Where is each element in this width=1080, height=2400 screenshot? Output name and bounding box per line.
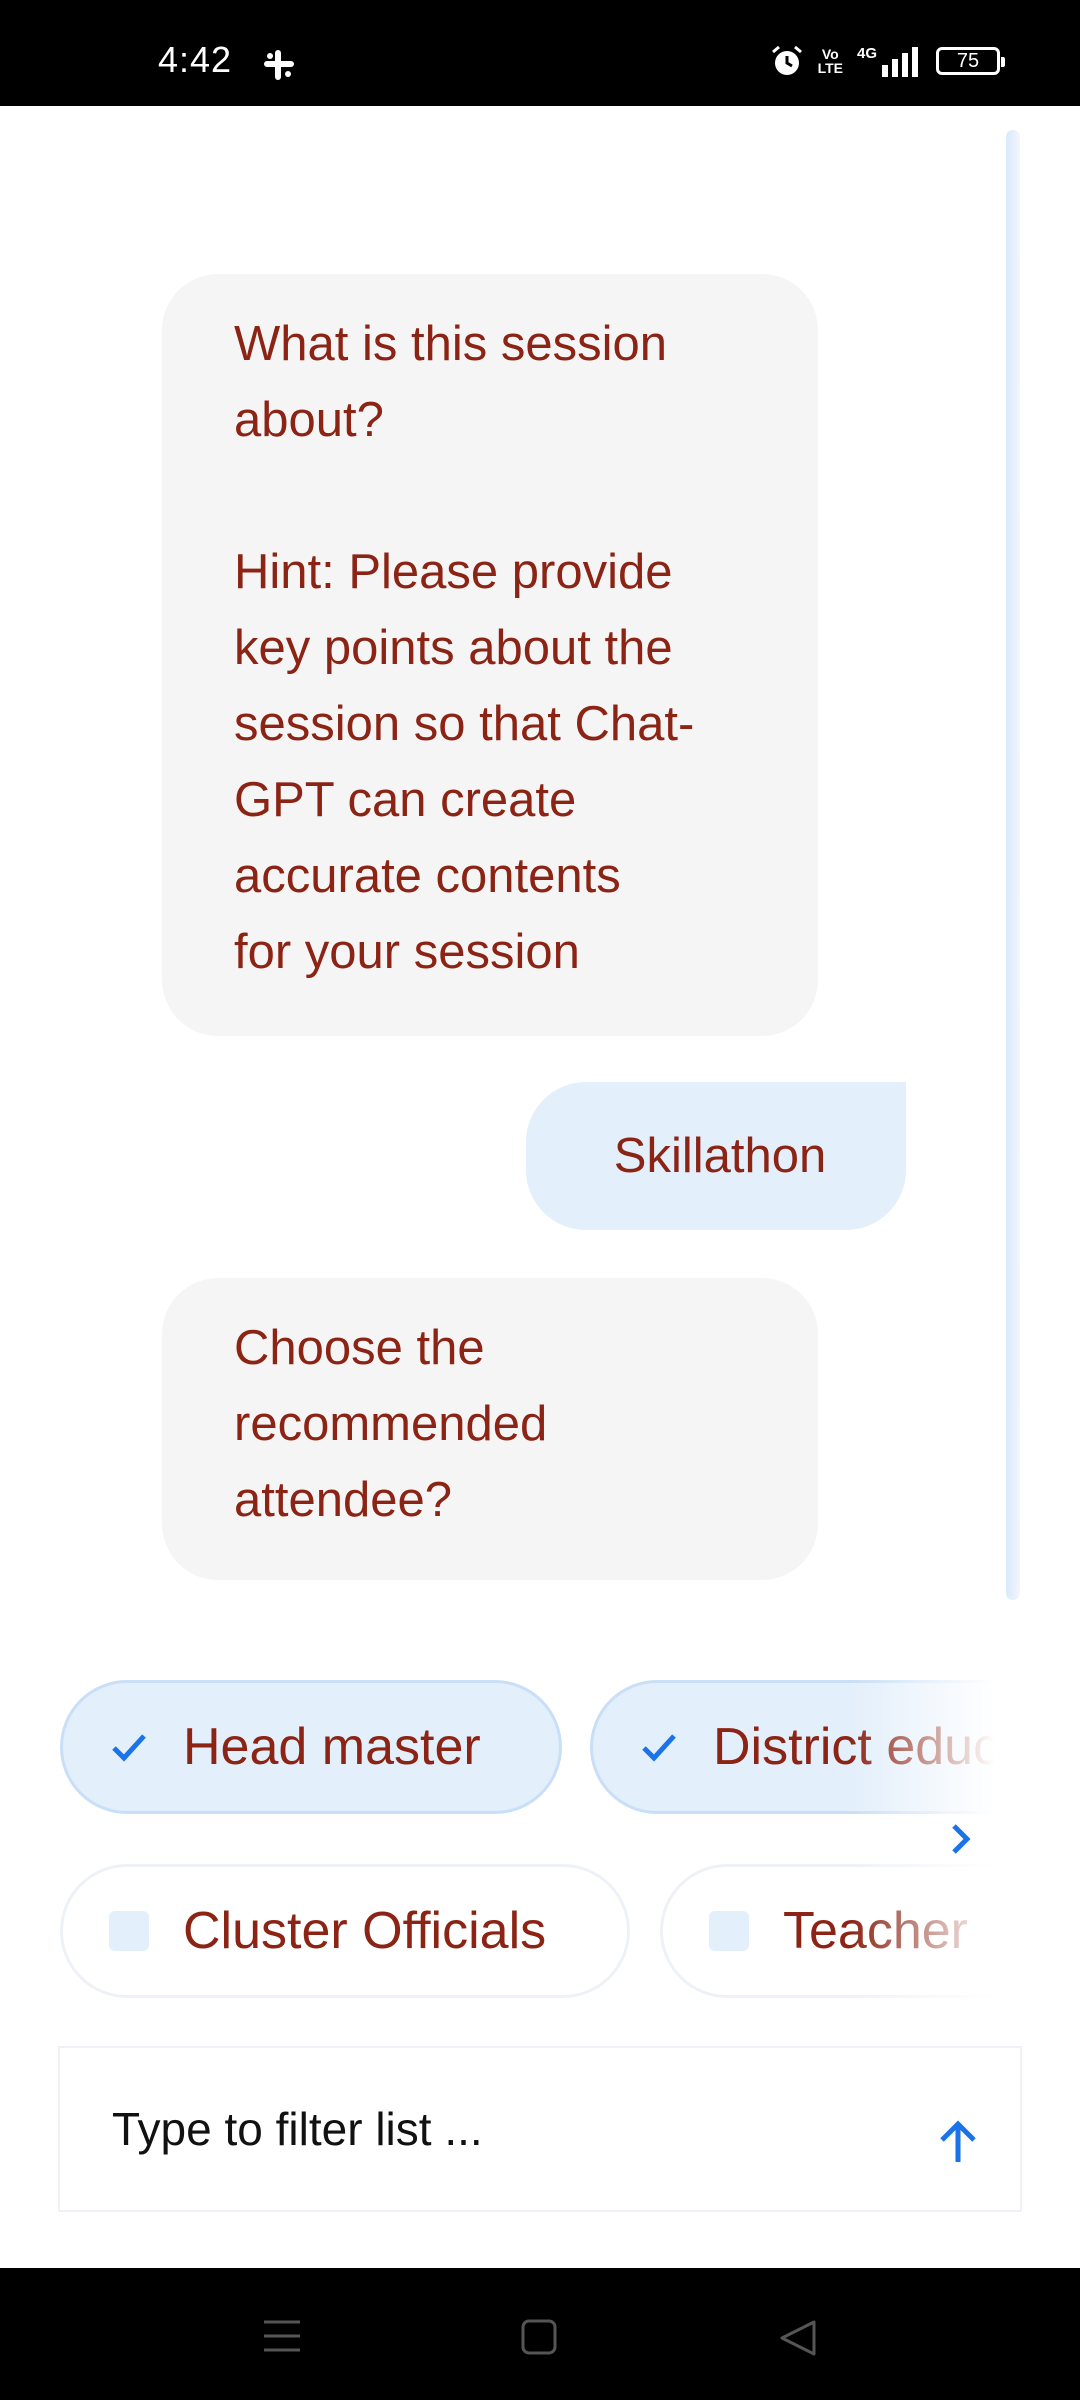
volte-top: Vo (821, 46, 839, 62)
system-nav-bar (0, 2268, 1080, 2400)
bot-message: What is this session about? Hint: Please… (162, 274, 818, 1036)
option-label: Cluster Officials (183, 1902, 547, 1960)
volte-icon: Vo LTE (818, 47, 843, 75)
checkmark-icon (112, 1734, 146, 1762)
option-chip-cluster-officials[interactable]: Cluster Officials (60, 1864, 630, 1998)
option-label: Head master (183, 1718, 481, 1776)
option-chip-head-master[interactable]: Head master (60, 1680, 562, 1814)
bot-message: Choose the recommended attendee? (162, 1278, 818, 1580)
attendee-options: Head master District educ Cluster Offici… (0, 1672, 1020, 2012)
slack-icon (264, 50, 294, 80)
arrow-up-icon[interactable] (934, 2118, 982, 2166)
back-icon[interactable] (778, 2318, 818, 2358)
checkbox-icon (709, 1911, 749, 1951)
signal-icon: 4G (857, 45, 922, 77)
menu-icon[interactable] (262, 2318, 302, 2354)
network-label: 4G (856, 45, 877, 62)
alarm-icon (771, 45, 802, 75)
status-bar: 4:42 Vo LTE 4G 75 (0, 0, 1080, 106)
filter-input[interactable] (112, 2089, 892, 2169)
volte-bottom: LTE (817, 60, 843, 76)
chips-fade-overlay (850, 1672, 1020, 2012)
chevron-right-icon[interactable] (946, 1820, 976, 1858)
checkmark-icon (642, 1734, 676, 1762)
user-message-text: Skillathon (613, 1129, 827, 1183)
home-icon[interactable] (520, 2318, 558, 2356)
chat-scrollbar[interactable] (1006, 130, 1020, 1600)
status-time: 4:42 (158, 39, 233, 80)
battery-icon: 75 (936, 47, 1005, 75)
checkbox-icon (109, 1911, 149, 1951)
battery-level: 75 (956, 50, 980, 72)
filter-bar (58, 2046, 1022, 2212)
user-message: Skillathon (526, 1082, 906, 1230)
